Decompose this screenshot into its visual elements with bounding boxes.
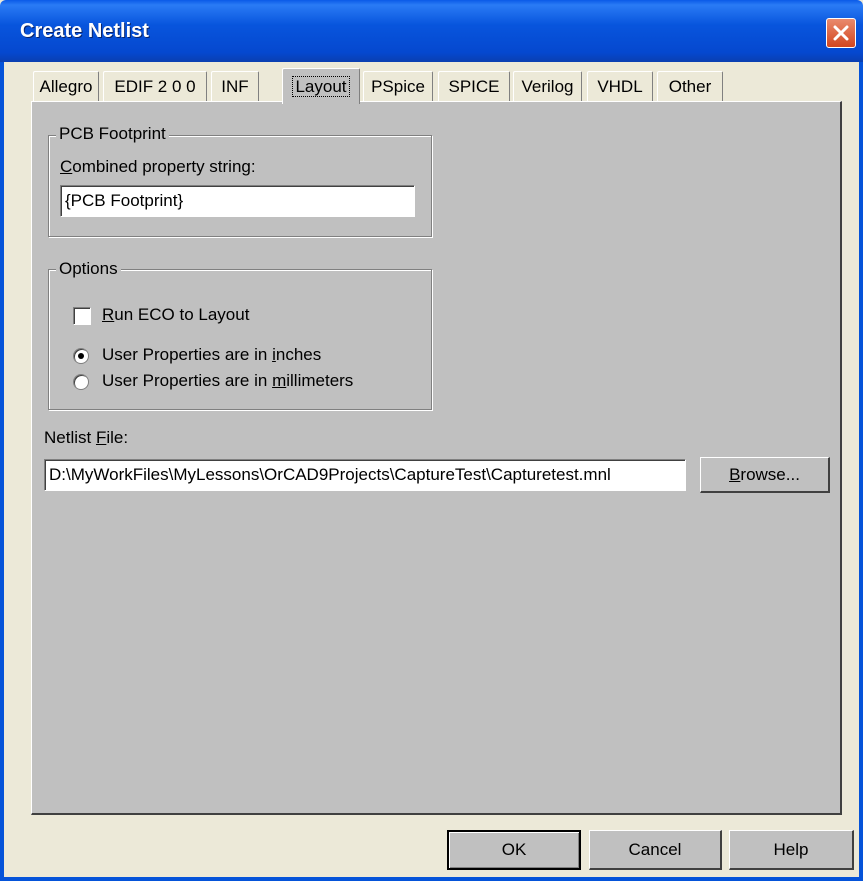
mnemonic: R <box>102 305 115 324</box>
help-button[interactable]: Help <box>729 830 854 870</box>
close-button[interactable] <box>826 18 856 48</box>
tab-allegro[interactable]: Allegro <box>33 71 99 101</box>
tab-spice[interactable]: SPICE <box>438 71 510 101</box>
label-text: User Properties are in <box>102 371 273 390</box>
window-frame-left <box>0 62 4 881</box>
button-label: rowse... <box>740 465 800 484</box>
ok-button[interactable]: OK <box>447 830 581 870</box>
mnemonic: B <box>729 465 741 484</box>
tab-label: EDIF 2 0 0 <box>114 77 196 96</box>
mnemonic: C <box>60 157 73 176</box>
tab-label: Layout <box>292 76 350 97</box>
tab-label: PSpice <box>371 77 425 96</box>
label-text: un ECO to Layout <box>114 305 250 324</box>
window-frame-bottom <box>0 877 863 881</box>
run-eco-checkbox[interactable] <box>73 307 91 325</box>
label-text: User Properties are in <box>102 345 273 364</box>
tab-label: VHDL <box>597 77 643 96</box>
tab-vhdl[interactable]: VHDL <box>587 71 653 101</box>
label-text: nches <box>275 345 322 364</box>
tab-label: Verilog <box>521 77 574 96</box>
tab-label: Allegro <box>39 77 93 96</box>
browse-button[interactable]: Browse... <box>700 457 830 493</box>
label-text: ombined property string: <box>72 157 256 176</box>
window-frame-right <box>859 62 863 881</box>
tab-layout[interactable]: Layout <box>282 68 360 104</box>
layout-tab-panel: PCB Footprint Combined property string: … <box>31 101 842 815</box>
cancel-button[interactable]: Cancel <box>589 830 722 870</box>
options-group-label: Options <box>56 259 121 279</box>
tab-label: INF <box>221 77 249 96</box>
tab-label: Other <box>668 77 712 96</box>
run-eco-label[interactable]: Run ECO to Layout <box>102 305 249 325</box>
tab-pspice[interactable]: PSpice <box>363 71 433 101</box>
millimeters-radio[interactable] <box>73 374 89 390</box>
pcb-footprint-group-label: PCB Footprint <box>56 124 169 144</box>
netlist-file-input[interactable]: D:\MyWorkFiles\MyLessons\OrCAD9Projects\… <box>44 459 686 491</box>
window-title: Create Netlist <box>20 20 149 42</box>
netlist-file-label: Netlist File: <box>44 428 128 448</box>
inches-radio[interactable] <box>73 348 89 364</box>
label-text: Netlist <box>44 428 96 447</box>
tab-other[interactable]: Other <box>657 71 723 101</box>
label-text: illimeters <box>286 371 354 390</box>
mnemonic: m <box>272 371 287 390</box>
tab-verilog[interactable]: Verilog <box>513 71 582 101</box>
tab-label: SPICE <box>448 77 500 96</box>
tab-edif[interactable]: EDIF 2 0 0 <box>103 71 207 101</box>
inches-label[interactable]: User Properties are in inches <box>102 345 321 365</box>
combined-property-label: Combined property string: <box>60 157 256 177</box>
millimeters-label[interactable]: User Properties are in millimeters <box>102 371 353 391</box>
tab-inf[interactable]: INF <box>211 71 259 101</box>
title-bar[interactable]: Create Netlist <box>0 0 863 62</box>
mnemonic: F <box>95 428 107 447</box>
close-icon <box>833 25 849 41</box>
combined-property-input[interactable]: {PCB Footprint} <box>60 185 415 217</box>
label-text: ile: <box>106 428 129 447</box>
create-netlist-dialog: Create Netlist Allegro EDIF 2 0 0 INF La… <box>0 0 863 881</box>
